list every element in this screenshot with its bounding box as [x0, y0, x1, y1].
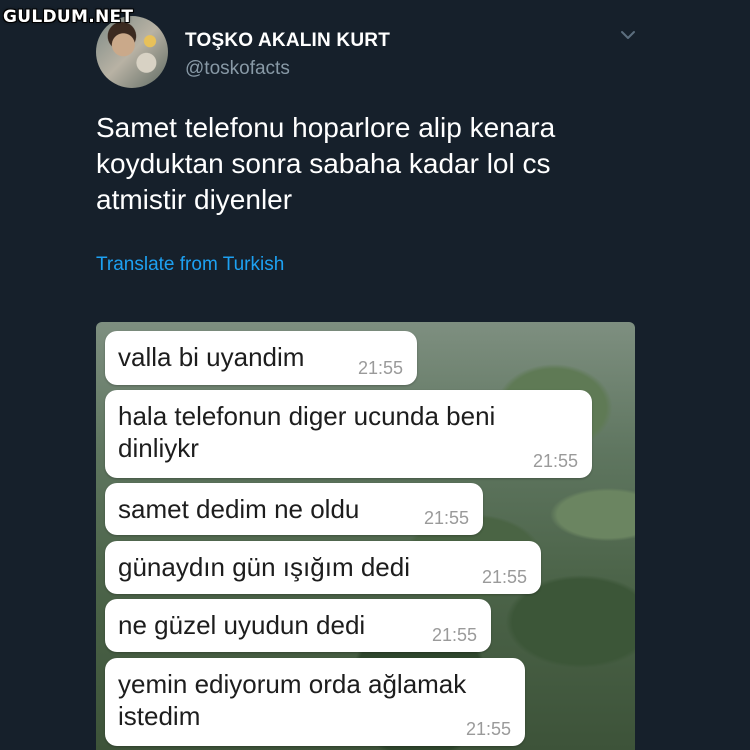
tweet-media-image[interactable]: valla bi uyandim 21:55 hala telefonun di…: [96, 322, 635, 750]
chat-message-text: samet dedim ne oldu: [118, 494, 360, 524]
display-name[interactable]: TOŞKO AKALIN KURT: [185, 30, 390, 52]
chat-message-text: hala telefonun diger ucunda beni dinliyk…: [118, 401, 496, 463]
user-handle[interactable]: @toskofacts: [185, 58, 290, 80]
chat-message-text: yemin ediyorum orda ağlamak istedim: [118, 669, 467, 731]
chat-message-text: ne güzel uyudun dedi: [118, 610, 366, 640]
translate-link[interactable]: Translate from Turkish: [96, 254, 284, 276]
chat-message-time: 21:55: [357, 358, 403, 378]
chat-bubble: günaydın gün ışığım dedi 21:55: [105, 541, 541, 594]
chat-bubble: hala telefonun diger ucunda beni dinliyk…: [105, 390, 592, 478]
chat-message-text: valla bi uyandim: [118, 342, 305, 372]
chat-bubble: yemin ediyorum orda ağlamak istedim 21:5…: [105, 658, 525, 746]
chat-message-time: 21:55: [481, 567, 527, 587]
chat-bubble: ne güzel uyudun dedi 21:55: [105, 599, 491, 652]
chat-bubble: valla bi uyandim 21:55: [105, 331, 417, 385]
chat-message-time: 21:55: [532, 451, 578, 471]
tweet-text: Samet telefonu hoparlore alip kenara koy…: [96, 112, 556, 215]
chevron-down-icon[interactable]: [619, 26, 637, 44]
chat-message-time: 21:55: [431, 625, 477, 645]
chat-bubble: samet dedim ne oldu 21:55: [105, 483, 483, 535]
chat-message-time: 21:55: [423, 508, 469, 528]
watermark-logo: GULDUM.NET: [3, 7, 134, 27]
chat-message-text: günaydın gün ışığım dedi: [118, 552, 410, 582]
chat-message-time: 21:55: [465, 719, 511, 739]
